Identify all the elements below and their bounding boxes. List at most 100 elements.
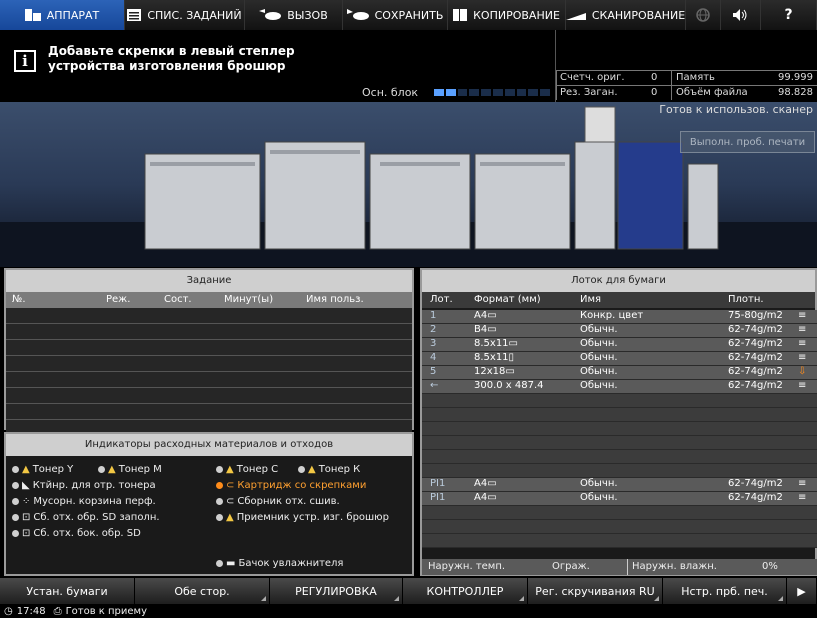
list-icon: [127, 9, 142, 21]
tab-machine[interactable]: АППАРАТ: [0, 0, 125, 30]
job-col-mode: Реж.: [106, 294, 131, 305]
tab-copy-label: КОПИРОВАНИЕ: [473, 8, 560, 22]
progress-segment: [528, 89, 539, 96]
table-row[interactable]: [6, 340, 412, 356]
help-button[interactable]: ?: [761, 0, 817, 30]
staple-cartridge-indicator: ⊂ Картридж со скрепками: [216, 480, 366, 491]
progress-segment: [469, 89, 480, 96]
table-row[interactable]: [422, 464, 817, 478]
tray-cell-weight: 62-74g/m2: [728, 478, 783, 489]
ambient-bar: Наружн. темп. Ограж. Наружн. влажн. 0%: [422, 559, 817, 575]
volume-button[interactable]: [721, 0, 761, 30]
globe-button[interactable]: [686, 0, 721, 30]
table-row[interactable]: [6, 356, 412, 372]
table-row[interactable]: [422, 520, 817, 534]
save-icon: [346, 9, 369, 20]
orig-counter-label: Счетч. ориг.: [560, 72, 625, 83]
adjustment-button[interactable]: РЕГУЛИРОВКА: [270, 578, 403, 604]
table-row[interactable]: [6, 388, 412, 404]
paper-level-icon: ≡: [798, 352, 807, 363]
toner-k-indicator: ▲ Тонер К: [298, 464, 360, 475]
next-page-button[interactable]: ▶: [787, 578, 817, 604]
progress-segment: [492, 89, 503, 96]
paper-level-icon: ≡: [798, 478, 807, 489]
tab-scan[interactable]: СКАНИРОВАНИЕ: [565, 0, 686, 30]
tab-machine-label: АППАРАТ: [46, 8, 100, 22]
trial-print-button[interactable]: Выполн. проб. печати: [680, 131, 815, 153]
printer-status-text: Готов к приему: [65, 605, 148, 617]
tray-cell-tray: 1: [430, 310, 437, 321]
table-row[interactable]: ← 300.0 x 487.4 Обычн. 62-74g/m2 ≡: [422, 380, 817, 394]
scan-icon: [565, 13, 586, 20]
tab-recall[interactable]: ВЫЗОВ: [245, 0, 343, 30]
paper-level-icon: ⇩: [798, 366, 807, 377]
job-panel: Задание №. Реж. Сост. Минут(ы) Имя польз…: [4, 268, 414, 436]
curl-adjust-button[interactable]: Рег. скручивания RU: [528, 578, 663, 604]
controller-button[interactable]: КОНТРОЛЛЕР: [403, 578, 528, 604]
job-list[interactable]: [6, 308, 412, 436]
table-row[interactable]: [6, 308, 412, 324]
tray-col-tray: Лот.: [430, 294, 453, 305]
table-row[interactable]: 2 B4▭ Обычн. 62-74g/m2 ≡: [422, 324, 817, 338]
chevron-right-icon: ▶: [797, 584, 806, 598]
recall-icon: [259, 9, 282, 20]
table-row[interactable]: [6, 404, 412, 420]
printer-status-icon: ⎙: [53, 605, 62, 617]
orig-counter-value: 0: [651, 72, 658, 83]
tray-cell-name: Обычн.: [580, 380, 618, 391]
table-row[interactable]: [422, 408, 817, 422]
table-row[interactable]: 3 8.5x11▭ Обычн. 62-74g/m2 ≡: [422, 338, 817, 352]
ambient-temp-value: Ограж.: [552, 561, 590, 572]
memory-value: 99.999: [778, 72, 813, 83]
message-line-2: устройства изготовления брошюр: [48, 59, 286, 73]
job-col-status: Сост.: [164, 294, 192, 305]
table-row[interactable]: 4 8.5x11▯ Обычн. 62-74g/m2 ≡: [422, 352, 817, 366]
paper-level-icon: ≡: [798, 324, 807, 335]
job-col-minutes: Минут(ы): [224, 294, 274, 305]
tray-cell-size: A4▭: [474, 492, 497, 503]
main-unit-progress: [434, 89, 550, 96]
tray-cell-size: A4▭: [474, 478, 497, 489]
reserve-counter-label: Рез. Заган.: [560, 87, 618, 98]
tray-list[interactable]: 1 A4▭ Конкр. цвет 75-80g/m2 ≡ 2 B4▭ Обычн. 62-74…: [422, 310, 817, 548]
duplex-button[interactable]: Обе стор.: [135, 578, 270, 604]
tray-col-name: Имя: [580, 294, 602, 305]
tab-save[interactable]: СОХРАНИТЬ: [343, 0, 448, 30]
tab-copy[interactable]: КОПИРОВАНИЕ: [448, 0, 566, 30]
paper-level-icon: ≡: [798, 338, 807, 349]
progress-segment: [434, 89, 444, 96]
tray-cell-weight: 75-80g/m2: [728, 310, 783, 321]
table-row[interactable]: [6, 324, 412, 340]
table-row[interactable]: 5 12x18▭ Обычн. 62-74g/m2 ⇩: [422, 366, 817, 380]
paper-tray-panel: Лоток для бумаги Лот. Формат (мм) Имя Пл…: [420, 268, 817, 576]
table-row[interactable]: 1 A4▭ Конкр. цвет 75-80g/m2 ≡: [422, 310, 817, 324]
tray-cell-weight: 62-74g/m2: [728, 324, 783, 335]
table-row[interactable]: [422, 422, 817, 436]
table-row[interactable]: [422, 506, 817, 520]
clock-time: 17:48: [16, 605, 46, 617]
table-row[interactable]: PI1 A4▭ Обычн. 62-74g/m2 ≡: [422, 478, 817, 492]
table-row[interactable]: [422, 436, 817, 450]
tab-job-list[interactable]: СПИС. ЗАДАНИЙ: [125, 0, 245, 30]
toner-m-indicator: ▲ Тонер М: [98, 464, 162, 475]
progress-segment: [481, 89, 491, 96]
tab-job-list-label: СПИС. ЗАДАНИЙ: [147, 8, 242, 22]
trial-setting-button[interactable]: Нстр. прб. печ.: [663, 578, 787, 604]
table-row[interactable]: PI1 A4▭ Обычн. 62-74g/m2 ≡: [422, 492, 817, 506]
table-row[interactable]: [422, 534, 817, 548]
tray-cell-size: A4▭: [474, 310, 497, 321]
counter-hline: [556, 85, 817, 86]
job-col-no: №.: [12, 294, 26, 305]
status-bar: ◷ 17:48 ⎙ Готов к приему: [0, 604, 817, 618]
tray-cell-tray: ←: [430, 380, 439, 391]
tray-cell-tray: 5: [430, 366, 437, 377]
table-row[interactable]: [422, 394, 817, 408]
tray-cell-tray: PI1: [430, 478, 446, 489]
printer-icon: [0, 106, 817, 267]
counter-hline: [556, 70, 817, 71]
toner-y-indicator: ▲ Тонер Y: [12, 464, 73, 475]
table-row[interactable]: [422, 450, 817, 464]
paper-setting-button[interactable]: Устан. бумаги: [0, 578, 135, 604]
globe-icon: [696, 8, 710, 22]
table-row[interactable]: [6, 372, 412, 388]
